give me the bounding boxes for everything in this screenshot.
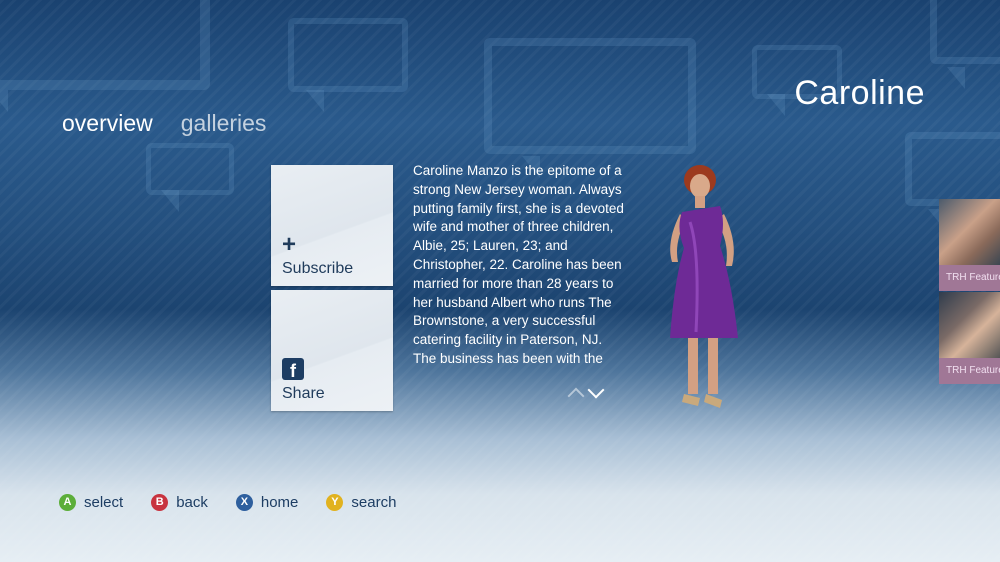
subscribe-tile[interactable]: + Subscribe: [271, 165, 393, 286]
background-bubble: [0, 0, 210, 112]
hint-select[interactable]: A select: [59, 494, 123, 511]
scroll-up-icon[interactable]: [567, 387, 585, 405]
screen: Caroline overview galleries + Subscribe …: [0, 0, 1000, 562]
scroll-down-icon[interactable]: [587, 381, 605, 399]
x-button-icon: X: [235, 494, 253, 511]
featurette-item[interactable]: TRH Featurette: [939, 199, 1000, 291]
plus-icon: +: [282, 231, 297, 258]
facebook-icon: f: [282, 358, 304, 380]
b-button-icon: B: [151, 494, 169, 511]
hint-search-label: search: [351, 494, 397, 511]
page-title: Caroline: [794, 74, 925, 112]
hint-home[interactable]: X home: [235, 494, 299, 511]
background-bubble: [484, 38, 696, 178]
hint-search[interactable]: Y search: [326, 494, 396, 511]
bio-text: Caroline Manzo is the epitome of a stron…: [413, 163, 624, 372]
hint-home-label: home: [260, 494, 299, 511]
subscribe-label: Subscribe: [282, 260, 354, 277]
background-bubble: [146, 143, 234, 212]
hint-back[interactable]: B back: [151, 494, 208, 511]
scroll-controls: [567, 381, 605, 405]
featurette-thumbnail: [939, 292, 1000, 358]
featurette-label: TRH Featurette: [939, 358, 1000, 384]
featurette-label: TRH Featurette: [939, 265, 1000, 291]
share-tile[interactable]: f Share: [271, 290, 393, 411]
pivot-galleries[interactable]: galleries: [181, 110, 267, 137]
background-bubble: [288, 18, 408, 112]
hint-select-label: select: [84, 494, 124, 511]
cast-member-photo: [670, 165, 738, 408]
featurette-item[interactable]: TRH Featurette: [939, 292, 1000, 384]
a-button-icon: A: [59, 494, 76, 511]
pivot-nav: overview galleries: [62, 110, 266, 137]
y-button-icon: Y: [326, 494, 344, 511]
hint-back-label: back: [176, 494, 208, 511]
background-bubble: [905, 132, 1000, 231]
featurette-thumbnail: [939, 199, 1000, 265]
controller-hints: A select B back X home Y search: [59, 494, 396, 511]
share-label: Share: [282, 385, 325, 402]
pivot-overview[interactable]: overview: [62, 110, 153, 137]
background-bubble: [930, 0, 1000, 89]
